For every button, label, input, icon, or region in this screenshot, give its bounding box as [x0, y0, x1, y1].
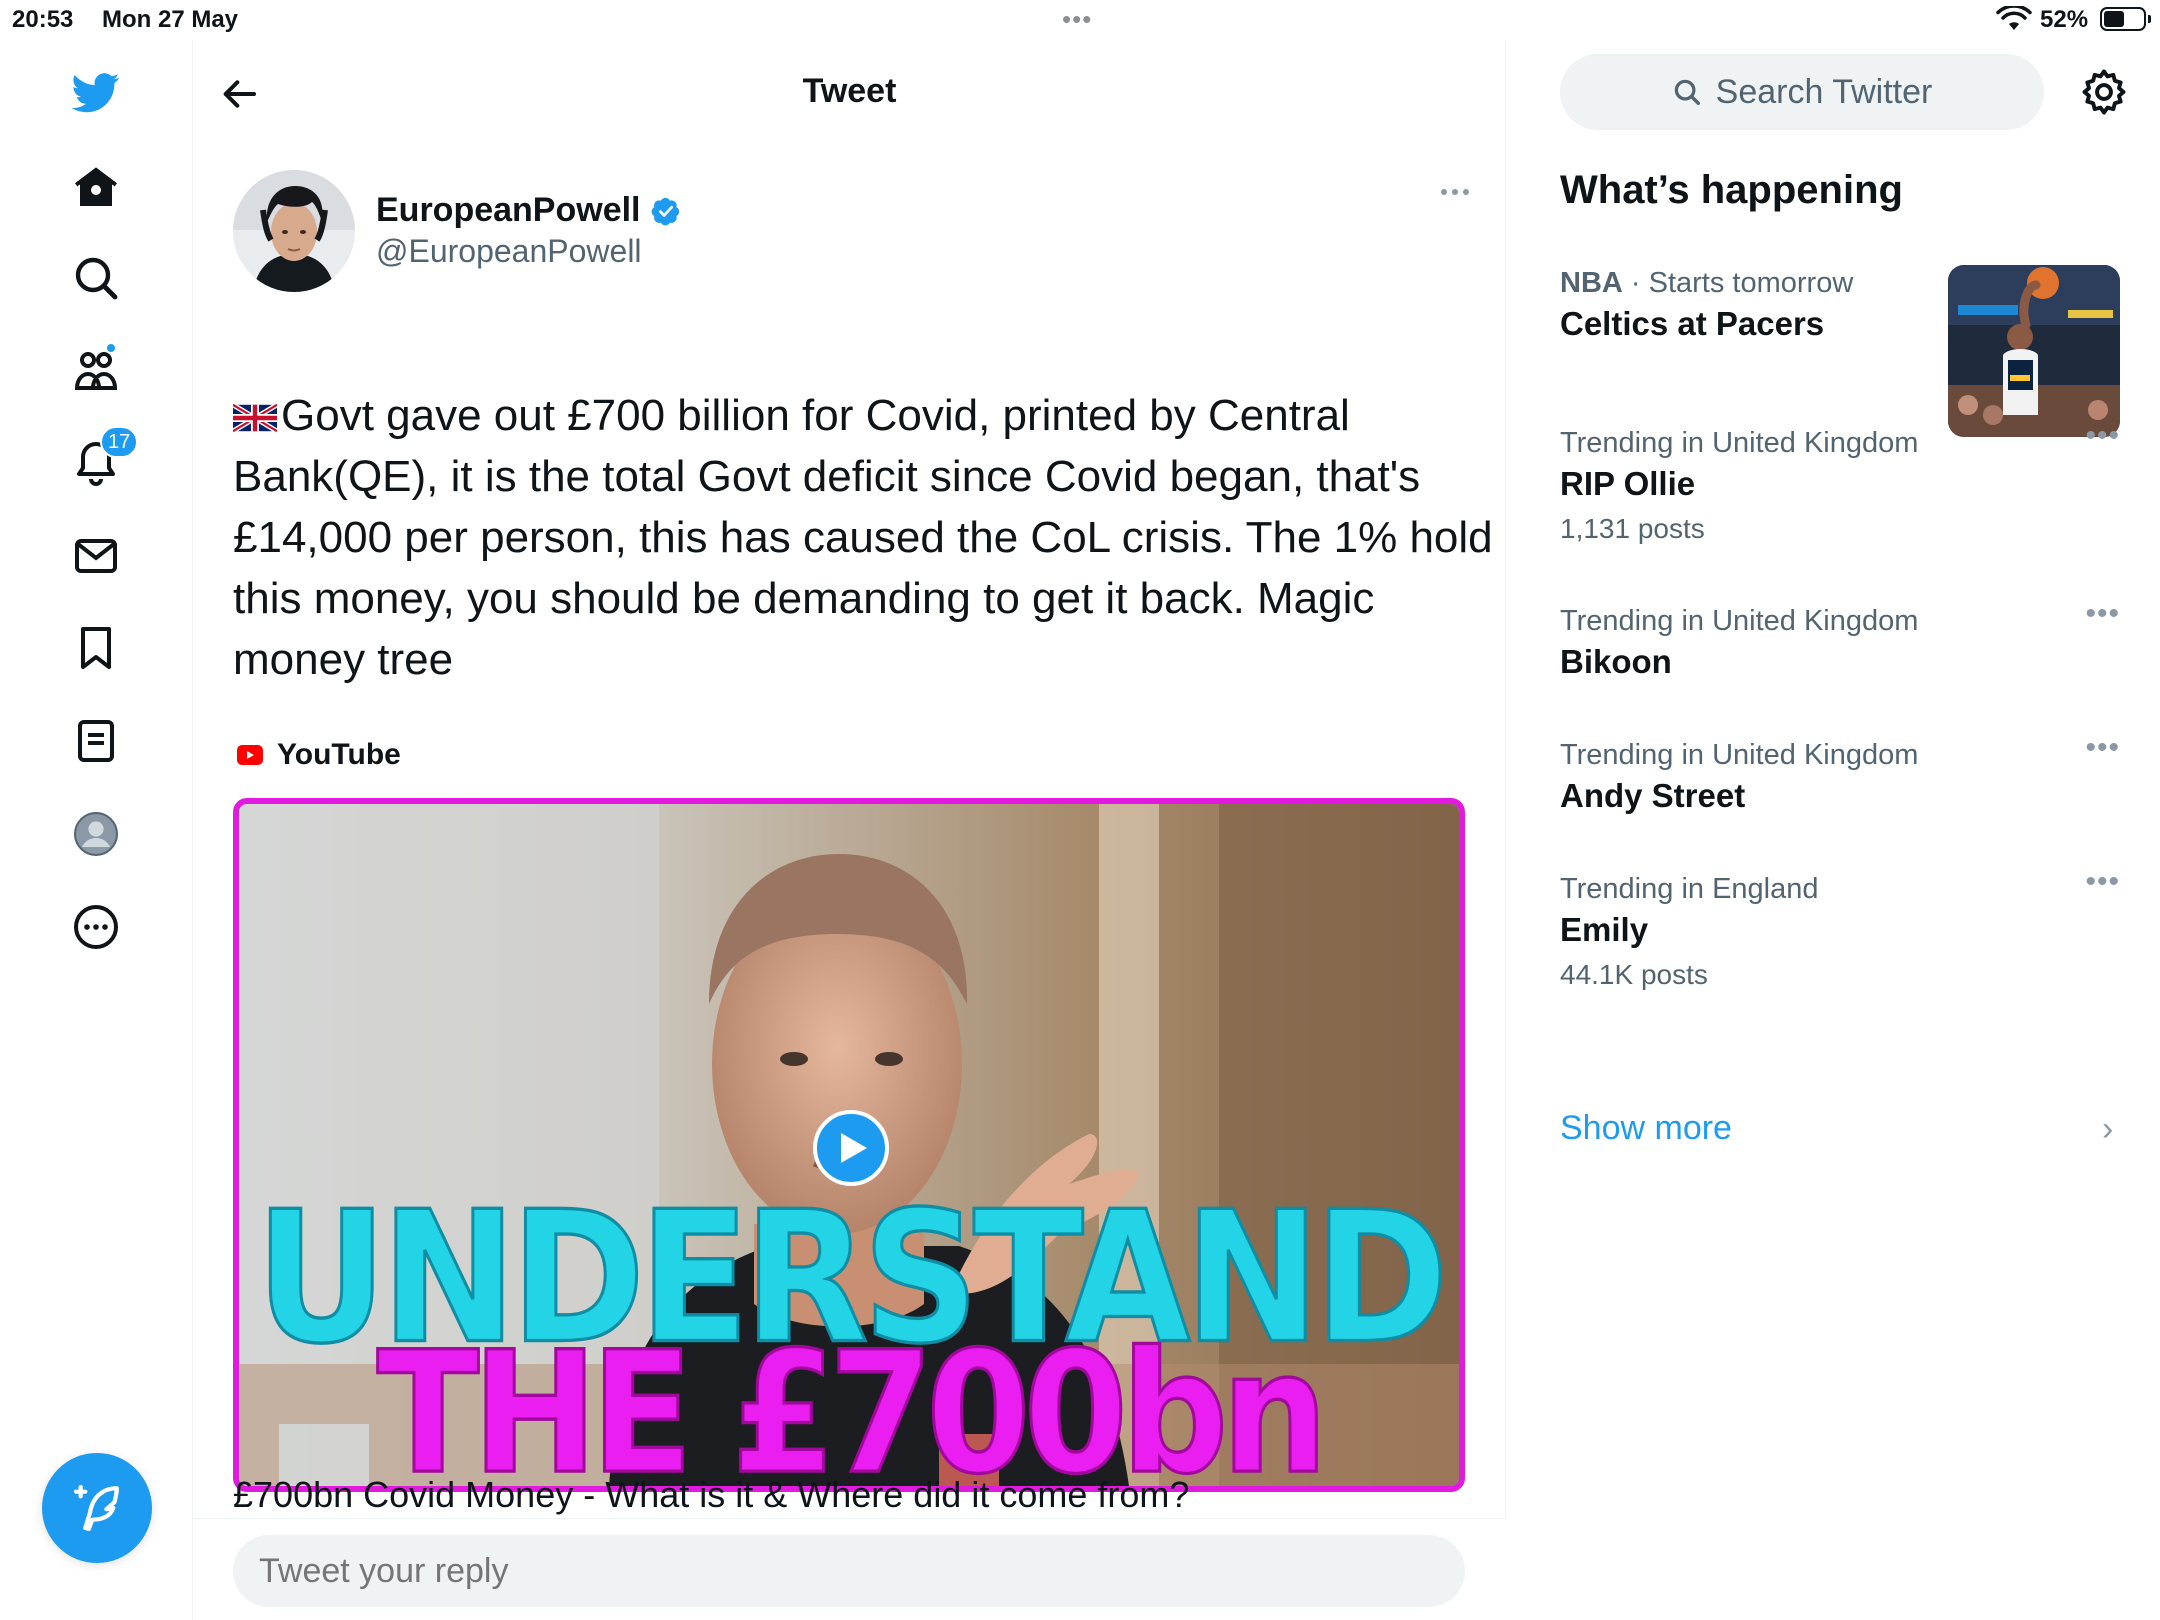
search-bar[interactable]: Search Twitter	[1560, 54, 2044, 130]
wifi-icon	[1996, 6, 2032, 30]
bookmarks-icon[interactable]	[60, 612, 132, 684]
status-time: 20:53	[12, 6, 74, 33]
trend-context: Trending in United Kingdom	[1560, 427, 1919, 459]
communities-icon[interactable]	[60, 334, 132, 406]
event-title: Celtics at Pacers	[1560, 305, 1825, 342]
video-thumbnail[interactable]: UNDERSTAND THE £700bn	[233, 798, 1465, 1492]
video-title[interactable]: £700bn Covid Money - What is it & Where …	[233, 1474, 1189, 1516]
link-source[interactable]: YouTube	[237, 738, 401, 772]
explore-search-icon[interactable]	[60, 242, 132, 314]
tweet-text: Govt gave out £700 billion for Covid, pr…	[233, 385, 1493, 690]
messages-icon[interactable]	[60, 520, 132, 592]
event-category: NBA	[1560, 267, 1623, 299]
trend-item[interactable]: Trending in England Emily 44.1K posts ••…	[1560, 867, 2120, 997]
tweet-body: Govt gave out £700 billion for Covid, pr…	[233, 391, 1493, 684]
verified-badge-icon	[651, 197, 679, 225]
tweet-more-options-icon[interactable]	[1433, 170, 1477, 214]
status-bar: 20:53 Mon 27 May ••• 52%	[0, 0, 2160, 40]
twitter-logo-icon[interactable]	[60, 56, 132, 128]
trend-context: Trending in England	[1560, 873, 1819, 905]
communities-dot	[105, 342, 117, 354]
thumbnail-caption-line2: THE £700bn	[375, 1316, 1329, 1492]
trend-post-count: 1,131 posts	[1560, 513, 1705, 544]
event-time: · Starts tomorrow	[1622, 267, 1854, 299]
author-name[interactable]: EuropeanPowell	[376, 191, 681, 230]
search-icon	[1674, 79, 1700, 105]
status-date: Mon 27 May	[102, 6, 239, 33]
author-avatar[interactable]	[233, 170, 355, 292]
youtube-icon	[237, 745, 263, 765]
trend-name: RIP Ollie	[1560, 465, 1696, 502]
trend-item[interactable]: Trending in United Kingdom RIP Ollie 1,1…	[1560, 421, 2120, 551]
right-sidebar: Search Twitter What’s happening NBA · St…	[1506, 40, 2160, 1620]
trend-post-count: 44.1K posts	[1560, 959, 1708, 990]
multitasking-dots-icon[interactable]: •••	[1062, 6, 1092, 32]
author-handle[interactable]: @EuropeanPowell	[376, 233, 642, 270]
link-source-name: YouTube	[277, 738, 401, 771]
notifications-badge: 17	[100, 426, 139, 458]
trend-more-options-icon[interactable]: •••	[2085, 733, 2120, 763]
battery-level	[2104, 11, 2124, 27]
battery-icon	[2100, 7, 2151, 31]
page-title: Tweet	[802, 72, 897, 110]
trend-more-options-icon[interactable]: •••	[2085, 599, 2120, 629]
trend-name: Andy Street	[1560, 777, 1746, 814]
tweet-detail-column: Tweet EuropeanPowell @EuropeanPowell Gov…	[193, 40, 1506, 1620]
play-icon	[841, 1133, 867, 1163]
reply-input[interactable]	[233, 1535, 1465, 1607]
uk-flag-icon	[233, 404, 277, 432]
left-navigation: 17	[0, 40, 193, 1620]
settings-gear-icon[interactable]	[2078, 66, 2130, 118]
trend-more-options-icon[interactable]: •••	[2085, 867, 2120, 897]
trend-item[interactable]: Trending in United Kingdom Bikoon •••	[1560, 599, 2120, 685]
feather-plus-icon	[73, 1484, 119, 1532]
home-icon[interactable]	[60, 152, 132, 224]
event-thumbnail[interactable]	[1948, 265, 2120, 437]
featured-event[interactable]: NBA · Starts tomorrow Celtics at Pacers	[1560, 265, 1940, 347]
whats-happening-title: What’s happening	[1560, 168, 1903, 212]
trend-context: Trending in United Kingdom	[1560, 739, 1919, 771]
profile-avatar-icon[interactable]	[60, 798, 132, 870]
reply-bar	[193, 1518, 1506, 1620]
chevron-right-icon[interactable]: ›	[2102, 1110, 2113, 1149]
trend-name: Emily	[1560, 911, 1649, 948]
trend-context: Trending in United Kingdom	[1560, 605, 1919, 637]
trend-name: Bikoon	[1560, 643, 1672, 680]
author-display-name[interactable]: EuropeanPowell	[376, 191, 641, 230]
show-more-link[interactable]: Show more	[1560, 1109, 1732, 1148]
play-button[interactable]	[813, 1110, 889, 1186]
more-options-icon[interactable]	[60, 891, 132, 963]
lists-icon[interactable]	[60, 705, 132, 777]
trend-more-options-icon[interactable]: •••	[2085, 421, 2120, 451]
trend-item[interactable]: Trending in United Kingdom Andy Street •…	[1560, 733, 2120, 819]
notifications-icon[interactable]: 17	[60, 426, 139, 498]
battery-percent: 52%	[2040, 6, 2089, 33]
search-placeholder: Search Twitter	[1715, 72, 1933, 111]
compose-tweet-button[interactable]	[42, 1453, 152, 1563]
